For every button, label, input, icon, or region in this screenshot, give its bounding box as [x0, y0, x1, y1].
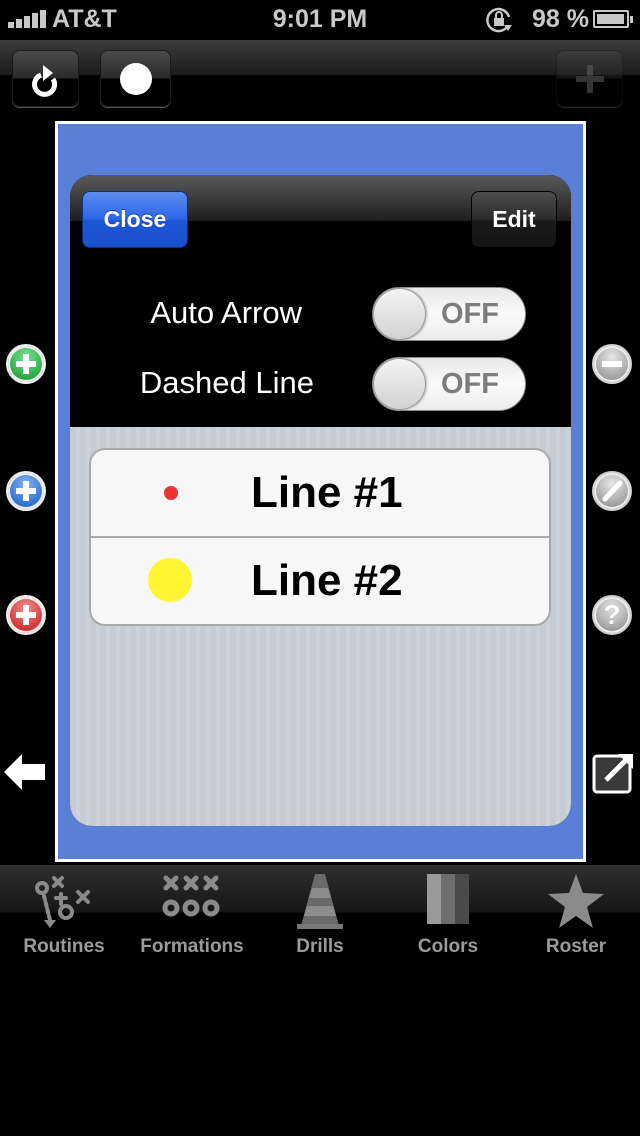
dashed-line-toggle[interactable]: OFF: [372, 357, 526, 411]
tab-roster[interactable]: Roster: [512, 866, 640, 964]
tab-label: Colors: [417, 936, 479, 957]
list-item[interactable]: Line #2: [91, 536, 549, 624]
tab-label: Routines: [23, 936, 105, 957]
refresh-button[interactable]: [12, 50, 79, 107]
popover-header: Close Edit Auto Arrow OFF Dashed Line OF…: [70, 175, 571, 427]
refresh-icon: [31, 64, 57, 97]
play-diagram-icon: [35, 876, 90, 928]
toggle-knob: [373, 358, 426, 410]
close-button[interactable]: Close: [82, 191, 188, 248]
edit-button[interactable]: Edit: [471, 191, 557, 248]
battery-percent: 98 %: [532, 5, 589, 33]
remove-button[interactable]: [592, 344, 632, 384]
tab-colors[interactable]: Colors: [384, 866, 512, 964]
auto-arrow-toggle[interactable]: OFF: [372, 287, 526, 341]
tab-routines[interactable]: Routines: [0, 866, 128, 964]
add-button[interactable]: [556, 50, 623, 107]
plus-red-icon: [16, 605, 36, 625]
formation-xo-icon: [162, 875, 220, 917]
auto-arrow-label: Auto Arrow: [150, 295, 302, 330]
draw-line-button[interactable]: [592, 471, 632, 511]
toggle-state: OFF: [441, 368, 499, 400]
rotation-lock-icon: [486, 7, 512, 33]
line-color-dot: [164, 486, 178, 500]
tab-label: Drills: [296, 936, 344, 957]
line-label: Line #2: [251, 556, 403, 605]
plus-icon: [575, 64, 604, 93]
tab-label: Formations: [140, 936, 244, 957]
share-button[interactable]: [592, 752, 634, 794]
color-swatch-icon: [427, 874, 469, 924]
add-red-button[interactable]: [6, 595, 46, 635]
traffic-cone-icon: [297, 874, 343, 929]
list-item[interactable]: Line #1: [91, 450, 549, 538]
add-green-button[interactable]: [6, 344, 46, 384]
status-bar: AT&T 9:01 PM 98 %: [0, 0, 640, 40]
popover-body: Line #1 Line #2: [70, 427, 571, 826]
lines-list: Line #1 Line #2: [89, 448, 551, 626]
line-options-popover: Close Edit Auto Arrow OFF Dashed Line OF…: [70, 175, 571, 826]
tab-drills[interactable]: Drills: [256, 866, 384, 964]
help-button[interactable]: ?: [592, 595, 632, 635]
plus-green-icon: [16, 354, 36, 374]
export-icon: [592, 754, 633, 794]
line-color-dot: [148, 558, 192, 602]
tab-formations[interactable]: Formations: [128, 866, 256, 964]
battery-icon: [593, 10, 633, 28]
tab-bar: Routines Formations Drills Colors Roster: [0, 865, 640, 963]
question-icon: ?: [603, 599, 621, 630]
white-circle-icon: [119, 62, 152, 95]
star-icon: [548, 874, 604, 928]
line-icon: [602, 480, 623, 502]
circle-button[interactable]: [100, 50, 171, 107]
plus-blue-icon: [16, 481, 36, 501]
left-arrow-icon: [4, 754, 45, 790]
toggle-knob: [373, 288, 426, 340]
back-arrow-button[interactable]: [4, 754, 46, 790]
dashed-line-label: Dashed Line: [139, 365, 314, 400]
tab-label: Roster: [545, 936, 607, 957]
line-label: Line #1: [251, 468, 403, 517]
minus-icon: [602, 361, 622, 367]
toggle-state: OFF: [441, 298, 499, 330]
add-blue-button[interactable]: [6, 471, 46, 511]
top-toolbar: [0, 40, 640, 110]
